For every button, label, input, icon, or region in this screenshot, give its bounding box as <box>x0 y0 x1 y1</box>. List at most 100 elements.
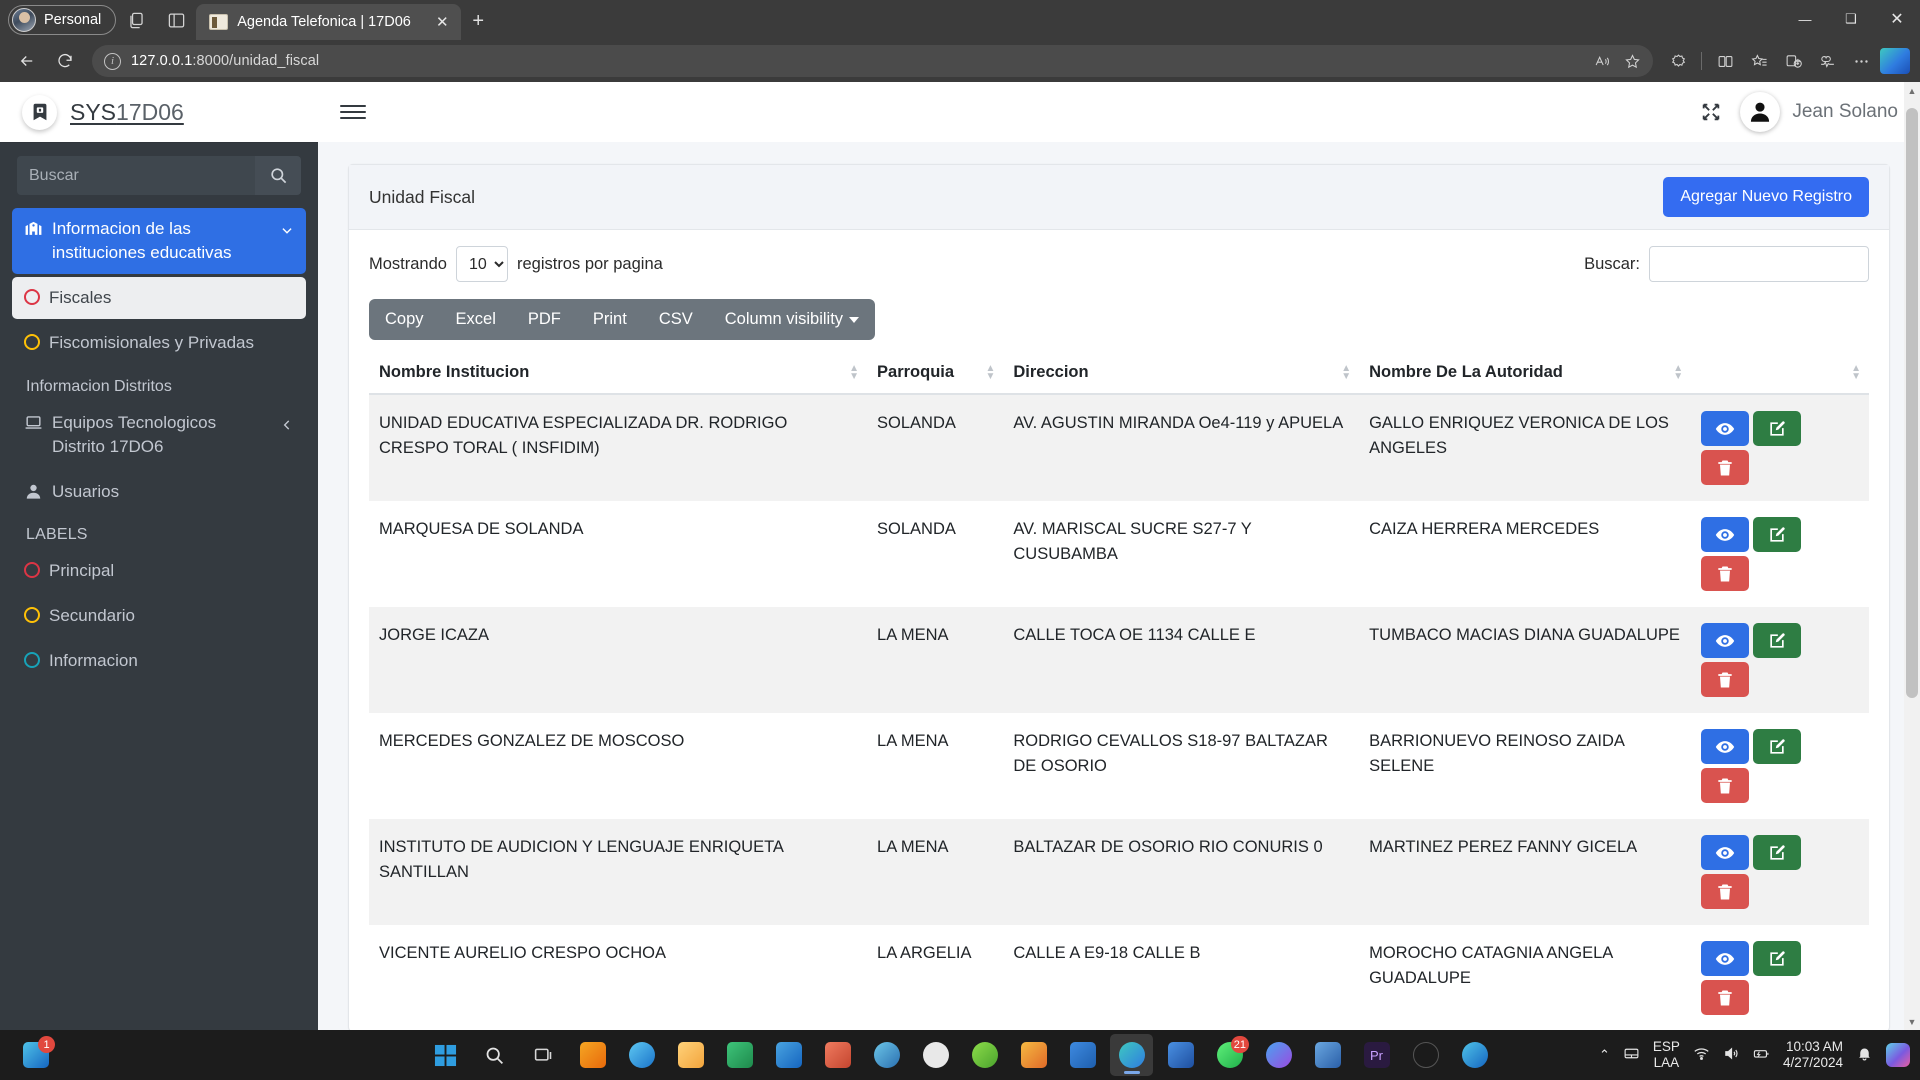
battery-icon[interactable] <box>1753 1045 1770 1065</box>
browser-tab[interactable]: Agenda Telefonica | 17D06 ✕ <box>196 4 462 40</box>
fullscreen-icon[interactable] <box>1700 101 1722 123</box>
taskbar-app-settings[interactable] <box>620 1034 663 1076</box>
taskbar-app-photos[interactable] <box>816 1034 859 1076</box>
trash-icon[interactable] <box>1701 874 1750 909</box>
taskbar-app-excel[interactable] <box>1012 1034 1055 1076</box>
hamburger-icon[interactable] <box>340 105 366 119</box>
sidebar-item-usuarios[interactable]: Usuarios <box>12 471 306 513</box>
taskbar-app-premiere[interactable]: Pr <box>1355 1034 1398 1076</box>
settings-more-icon[interactable] <box>1846 47 1876 75</box>
pencil-square-icon[interactable] <box>1753 729 1802 764</box>
new-tab-button[interactable]: + <box>461 5 495 37</box>
pencil-square-icon[interactable] <box>1753 411 1802 446</box>
page-scrollbar[interactable]: ▲ ▼ <box>1904 82 1920 1030</box>
taskbar-app-browser2[interactable] <box>865 1034 908 1076</box>
address-bar[interactable]: i 127.0.0.1:8000/unidad_fiscal <box>92 45 1653 77</box>
start-button[interactable] <box>424 1034 467 1076</box>
taskbar-app-whatsapp[interactable]: 21 <box>1208 1034 1251 1076</box>
eye-icon[interactable] <box>1701 729 1750 764</box>
notifications-bell-icon[interactable] <box>1856 1045 1873 1065</box>
taskbar-app-outlook[interactable] <box>1061 1034 1104 1076</box>
extensions-icon[interactable] <box>1663 47 1693 75</box>
column-header-autoridad[interactable]: Nombre De La Autoridad ▲ ▼ <box>1359 352 1692 395</box>
sidebar-label-secundario[interactable]: Secundario <box>12 595 306 637</box>
trash-icon[interactable] <box>1701 662 1750 697</box>
pencil-square-icon[interactable] <box>1753 517 1802 552</box>
column-header-nombre[interactable]: Nombre Institucion ▲ ▼ <box>369 352 868 395</box>
taskbar-app-misc[interactable] <box>1453 1034 1496 1076</box>
scrollbar-thumb[interactable] <box>1906 108 1918 698</box>
browser-essentials-icon[interactable] <box>1812 47 1842 75</box>
tab-search-icon[interactable] <box>116 3 156 37</box>
favorites-list-icon[interactable] <box>1744 47 1774 75</box>
sidebar-label-informacion[interactable]: Informacion <box>12 640 306 682</box>
back-icon[interactable] <box>10 45 44 77</box>
sidebar-item-instituciones[interactable]: Informacion de las instituciones educati… <box>12 208 306 275</box>
copy-button[interactable]: Copy <box>369 299 440 340</box>
trash-icon[interactable] <box>1701 980 1750 1015</box>
eye-icon[interactable] <box>1701 517 1750 552</box>
taskbar-app-vscode-insiders[interactable] <box>718 1034 761 1076</box>
column-header-actions[interactable]: ▲ ▼ <box>1691 352 1869 395</box>
site-info-icon[interactable]: i <box>104 52 121 70</box>
csv-button[interactable]: CSV <box>643 299 709 340</box>
eye-icon[interactable] <box>1701 835 1750 870</box>
taskbar-app-messenger[interactable] <box>1257 1034 1300 1076</box>
taskbar-search-icon[interactable] <box>473 1034 516 1076</box>
copilot-icon[interactable] <box>1880 48 1910 74</box>
pencil-square-icon[interactable] <box>1753 835 1802 870</box>
taskbar-app-game[interactable] <box>963 1034 1006 1076</box>
column-header-parroquia[interactable]: Parroquia ▲ ▼ <box>867 352 1004 395</box>
language-indicator[interactable]: ESP LAA <box>1653 1039 1680 1071</box>
taskbar-app-vlc[interactable] <box>571 1034 614 1076</box>
taskbar-app-vscode[interactable] <box>767 1034 810 1076</box>
minimize-button[interactable]: — <box>1782 0 1828 38</box>
brand-link[interactable]: SYS17D06 <box>0 82 318 142</box>
trash-icon[interactable] <box>1701 556 1750 591</box>
scroll-up-icon[interactable]: ▲ <box>1904 82 1920 99</box>
search-input[interactable] <box>1649 246 1869 282</box>
wifi-icon[interactable] <box>1693 1045 1710 1065</box>
clock[interactable]: 10:03 AM 4/27/2024 <box>1783 1039 1843 1071</box>
sidebar-item-fiscales[interactable]: Fiscales <box>12 277 306 320</box>
read-aloud-icon[interactable] <box>1587 47 1617 75</box>
task-view-icon[interactable] <box>522 1034 565 1076</box>
eye-icon[interactable] <box>1701 623 1750 658</box>
add-record-button[interactable]: Agregar Nuevo Registro <box>1663 177 1869 217</box>
profile-button[interactable]: Personal <box>8 5 117 35</box>
copilot-tray-icon[interactable] <box>1886 1043 1910 1067</box>
sidebar-label-principal[interactable]: Principal <box>12 550 306 592</box>
trash-icon[interactable] <box>1701 768 1750 803</box>
favorite-star-icon[interactable] <box>1617 47 1647 75</box>
sidebar-item-equipos-tecnologicos[interactable]: Equipos Tecnologicos Distrito 17DO6 <box>12 402 306 468</box>
touchpad-icon[interactable] <box>1623 1045 1640 1065</box>
eye-icon[interactable] <box>1701 941 1750 976</box>
split-screen-icon[interactable] <box>156 3 196 37</box>
pencil-square-icon[interactable] <box>1753 941 1802 976</box>
maximize-button[interactable]: ❑ <box>1828 0 1874 38</box>
pdf-button[interactable]: PDF <box>512 299 577 340</box>
volume-icon[interactable] <box>1723 1045 1740 1065</box>
scroll-down-icon[interactable]: ▼ <box>1904 1013 1920 1030</box>
window-close-button[interactable]: ✕ <box>1874 0 1920 38</box>
sidebar-search-input[interactable] <box>17 156 255 195</box>
close-icon[interactable]: ✕ <box>431 11 453 33</box>
taskbar-app-autocad[interactable] <box>1306 1034 1349 1076</box>
split-pane-icon[interactable] <box>1710 47 1740 75</box>
sidebar-item-fiscomisionales[interactable]: Fiscomisionales y Privadas <box>12 322 306 364</box>
print-button[interactable]: Print <box>577 299 643 340</box>
trash-icon[interactable] <box>1701 450 1750 485</box>
collections-icon[interactable] <box>1778 47 1808 75</box>
reload-icon[interactable] <box>48 45 82 77</box>
taskbar-app-emoji[interactable] <box>914 1034 957 1076</box>
taskbar-app-edge[interactable] <box>1110 1034 1153 1076</box>
tray-expand-icon[interactable]: ⌃ <box>1599 1047 1610 1063</box>
pencil-square-icon[interactable] <box>1753 623 1802 658</box>
page-length-select[interactable]: 10 <box>455 246 508 282</box>
taskbar-app-edge-dev[interactable]: 1 <box>14 1034 57 1076</box>
eye-icon[interactable] <box>1701 411 1750 446</box>
taskbar-app-explorer[interactable] <box>669 1034 712 1076</box>
column-header-direccion[interactable]: Direccion ▲ ▼ <box>1003 352 1360 395</box>
taskbar-app-word[interactable] <box>1159 1034 1202 1076</box>
taskbar-app-github[interactable] <box>1404 1034 1447 1076</box>
